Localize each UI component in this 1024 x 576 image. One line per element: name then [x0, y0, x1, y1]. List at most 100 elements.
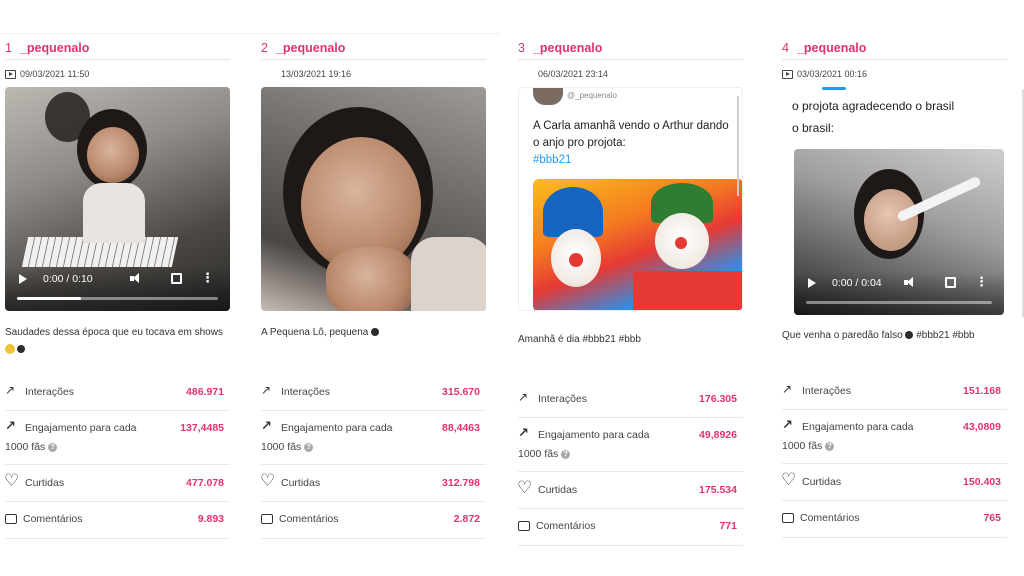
heart-icon — [517, 478, 532, 498]
stat-value: 176.305 — [699, 393, 737, 405]
stat-label: Interações — [538, 393, 588, 405]
post-caption: Saudades dessa época que eu tocava em sh… — [5, 324, 230, 362]
help-icon[interactable]: ? — [825, 441, 835, 451]
progress-bar[interactable] — [17, 297, 218, 300]
stat-label: Engajamento para cada — [281, 422, 393, 434]
tweet-line-1: o projota agradecendo o brasil — [792, 99, 955, 113]
stat-comments: Comentários 2.872 — [261, 502, 486, 539]
rank-number: 4 — [782, 41, 789, 55]
stat-comments: Comentários 771 — [518, 509, 743, 546]
trend-icon — [518, 390, 532, 406]
stat-value: 137,4485 — [180, 422, 224, 434]
child-shirt — [411, 237, 486, 311]
card-header: 2 _pequenalo — [261, 38, 496, 58]
clowns-image — [533, 179, 742, 310]
progress-bar[interactable] — [806, 301, 992, 304]
comment-icon — [5, 514, 17, 524]
person-face — [864, 189, 918, 251]
stat-interactions: Interações 176.305 — [518, 381, 743, 418]
child-dress — [83, 183, 145, 243]
tweet-body: A Carla amanhã vendo o Arthur dando o an… — [533, 120, 729, 149]
stat-sublabel: 1000 fãs — [518, 448, 559, 460]
username-link[interactable]: _pequenalo — [533, 41, 602, 55]
post-meta: 06/03/2021 23:14 — [518, 67, 753, 81]
tweet-image[interactable]: @_pequenalo A Carla amanhã vendo o Arthu… — [518, 87, 743, 311]
stat-interactions: Interações 151.168 — [782, 373, 1007, 410]
stat-value: 43,0809 — [963, 421, 1001, 433]
background-child — [45, 92, 90, 142]
tweet-handle: @_pequenalo — [567, 91, 617, 100]
post-meta: 09/03/2021 11:50 — [5, 67, 240, 81]
help-icon[interactable]: ? — [561, 449, 571, 459]
video-controls: 0:00 / 0:10 ⋮ — [5, 267, 230, 311]
emoji-icon — [5, 344, 15, 355]
stat-likes: Curtidas 477.078 — [4, 465, 230, 502]
stat-sublabel: 1000 fãs — [261, 441, 302, 453]
stat-label: Comentários — [800, 512, 860, 524]
video-time: 0:00 / 0:04 — [832, 277, 882, 289]
card-header: 4 _pequenalo — [782, 38, 1017, 58]
more-icon[interactable]: ⋮ — [201, 271, 214, 284]
progress-fill — [17, 297, 82, 300]
avatar — [533, 88, 563, 105]
caption-text: Que venha o paredão falso — [782, 330, 903, 341]
trend-icon — [782, 382, 796, 398]
header-divider — [782, 59, 1007, 60]
stat-engagement: Engajamento para cada 1000 fãs? 49,8926 — [518, 418, 743, 472]
engagement-icon — [782, 417, 796, 434]
rank-number: 1 — [5, 41, 12, 55]
clown-suit — [633, 271, 742, 310]
stat-label: Interações — [281, 386, 331, 398]
post-card-3: 3 _pequenalo 06/03/2021 23:14 @_pequenal… — [517, 38, 753, 558]
child-face — [87, 127, 139, 183]
stat-label: Curtidas — [25, 477, 65, 489]
volume-icon[interactable] — [130, 273, 142, 284]
engagement-icon — [261, 418, 275, 435]
caption-tags: #bbb21 #bbb — [916, 330, 975, 341]
username-link[interactable]: _pequenalo — [276, 41, 345, 55]
play-icon[interactable] — [808, 278, 816, 288]
stat-value: 9.893 — [197, 513, 224, 525]
post-card-1: 1 _pequenalo 09/03/2021 11:50 0:00 / 0:1… — [4, 38, 240, 558]
post-caption: A Pequena Lô, pequena — [261, 324, 486, 362]
help-icon[interactable]: ? — [48, 442, 58, 452]
post-image[interactable] — [261, 87, 486, 311]
stat-likes: Curtidas 312.798 — [260, 465, 486, 502]
rank-number: 3 — [518, 41, 525, 55]
heart-icon — [260, 471, 275, 491]
fullscreen-icon[interactable] — [945, 277, 956, 288]
video-icon — [5, 69, 16, 79]
stat-label: Comentários — [279, 513, 339, 525]
engagement-icon — [5, 418, 19, 435]
header-divider — [5, 59, 230, 60]
trend-icon — [261, 383, 275, 399]
volume-icon[interactable] — [904, 277, 916, 288]
stat-interactions: Interações 315.670 — [261, 374, 486, 411]
post-date: 13/03/2021 19:16 — [281, 69, 352, 79]
video-player[interactable]: 0:00 / 0:10 ⋮ — [5, 87, 230, 311]
scrollbar[interactable] — [737, 96, 739, 196]
post-meta: 13/03/2021 19:16 — [261, 67, 496, 81]
rank-number: 2 — [261, 41, 268, 55]
stat-label: Interações — [25, 386, 75, 398]
stat-label: Curtidas — [281, 477, 321, 489]
fullscreen-icon[interactable] — [171, 273, 182, 284]
more-icon[interactable]: ⋮ — [975, 275, 988, 288]
video-player[interactable]: 0:00 / 0:04 ⋮ — [794, 149, 1004, 315]
help-icon[interactable]: ? — [304, 442, 314, 452]
video-controls: 0:00 / 0:04 ⋮ — [794, 271, 1004, 315]
stats-list: Interações 486.971 Engajamento para cada… — [4, 374, 230, 539]
stat-label: Interações — [802, 385, 852, 397]
stat-comments: Comentários 765 — [782, 501, 1007, 538]
stat-value: 49,8926 — [699, 429, 737, 441]
card-header: 1 _pequenalo — [5, 38, 240, 58]
stat-value: 771 — [719, 520, 737, 532]
username-link[interactable]: _pequenalo — [20, 41, 89, 55]
stat-label: Engajamento para cada — [802, 421, 914, 433]
tweet-hashtag: #bbb21 — [533, 154, 572, 166]
play-icon[interactable] — [19, 274, 27, 284]
tweet-video-post[interactable]: o projota agradecendo o brasil o brasil:… — [782, 87, 1024, 327]
stat-likes: Curtidas 175.534 — [517, 472, 743, 509]
username-link[interactable]: _pequenalo — [797, 41, 866, 55]
stat-label: Engajamento para cada — [538, 429, 650, 441]
